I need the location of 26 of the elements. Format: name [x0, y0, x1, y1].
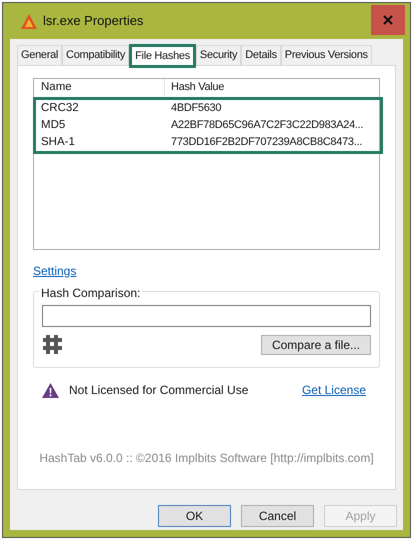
- warning-triangle-icon: [21, 14, 37, 28]
- footer-text: HashTab v6.0.0 :: ©2016 Implbits Software [http://implbits.com]: [38, 450, 375, 467]
- get-license-link[interactable]: Get License: [302, 381, 366, 399]
- tab[interactable]: Previous Versions: [280, 45, 372, 65]
- table-cell-text: SHA-1: [40, 134, 76, 150]
- table-cell-text: CRC32: [40, 100, 80, 116]
- dialog-button[interactable]: Cancel: [241, 505, 314, 527]
- close-button[interactable]: [371, 5, 405, 35]
- compare-button[interactable]: Compare a file...: [261, 334, 371, 354]
- tab[interactable]: Details: [241, 45, 281, 65]
- close-icon: [383, 15, 393, 25]
- license-message: Not Licensed for Commercial Use: [69, 382, 248, 399]
- table-cell-text: 4BDF5630: [170, 101, 222, 116]
- tab[interactable]: Security: [196, 45, 242, 65]
- table-cell-text: 773DD16F2B2DF707239A8CB8C8473...: [170, 135, 363, 150]
- hash-input-field[interactable]: [42, 305, 371, 327]
- tab[interactable]: General: [17, 45, 62, 65]
- warning-icon: [42, 382, 59, 398]
- tab[interactable]: Compatibility: [62, 45, 130, 65]
- tab[interactable]: File Hashes: [129, 44, 196, 68]
- window-title: lsr.exe Properties: [43, 12, 144, 30]
- table-cell-text: MD5: [40, 118, 66, 133]
- hash-icon: [42, 334, 63, 355]
- settings-link[interactable]: Settings: [33, 262, 76, 280]
- dialog-button[interactable]: OK: [158, 505, 231, 527]
- table-cell-text: A22BF78D65C96A7C2F3C22D983A24...: [170, 118, 364, 134]
